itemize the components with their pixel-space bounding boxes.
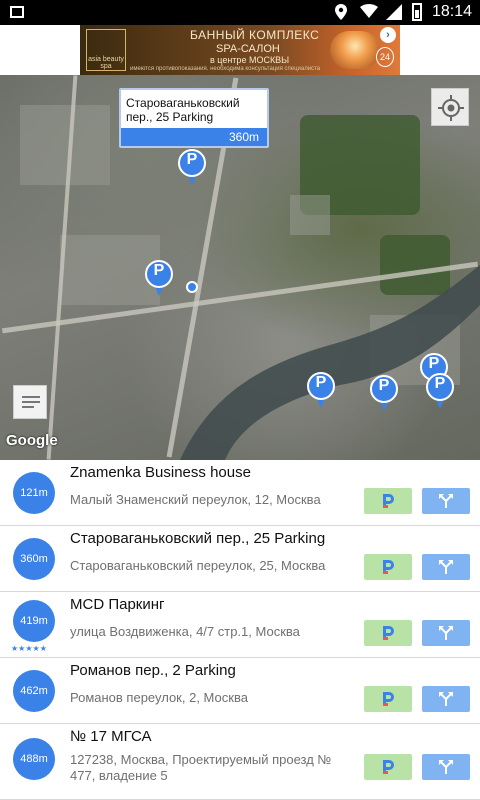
distance-badge: 488m (13, 738, 55, 780)
menu-line (22, 396, 40, 398)
signal-icon (385, 4, 402, 20)
route-button[interactable] (422, 686, 470, 712)
parking-address: 127238, Москва, Проектируемый проезд № 4… (70, 752, 332, 783)
route-button[interactable] (422, 620, 470, 646)
route-button[interactable] (422, 754, 470, 780)
google-attribution: Google (6, 432, 58, 449)
parking-logo-icon (383, 560, 394, 574)
wifi-icon (359, 4, 378, 20)
parking-pin[interactable]: P (370, 375, 398, 415)
route-icon (439, 760, 453, 774)
my-location-button[interactable] (431, 88, 469, 126)
reserve-button[interactable] (364, 686, 412, 712)
gallery-notification-icon (10, 6, 24, 18)
menu-line (22, 406, 34, 408)
distance-badge: 121m (13, 472, 55, 514)
parking-address: улица Воздвиженка, 4/7 стр.1, Москва (70, 624, 300, 639)
list-item[interactable]: 121m Znamenka Business house Малый Знаме… (0, 460, 480, 526)
parking-pin[interactable]: P (426, 373, 454, 413)
map-menu-button[interactable] (13, 385, 47, 419)
route-icon (439, 692, 453, 706)
parking-logo-icon (383, 494, 394, 508)
ad-hours-badge: 24 (376, 47, 394, 67)
reserve-button[interactable] (364, 620, 412, 646)
parking-address: Романов переулок, 2, Москва (70, 690, 248, 705)
pin-label: P (186, 151, 198, 168)
parking-list[interactable]: 121m Znamenka Business house Малый Знаме… (0, 460, 480, 800)
parking-pin[interactable]: P (307, 372, 335, 412)
rating-stars: ★★★★★ (11, 644, 47, 653)
parking-title: Староваганьковский пер., 25 Parking (70, 530, 326, 547)
parking-logo-icon (383, 760, 394, 774)
reserve-button[interactable] (364, 554, 412, 580)
parking-title: № 17 МГСА (70, 728, 152, 745)
parking-logo-icon (383, 692, 394, 706)
route-button[interactable] (422, 554, 470, 580)
pin-label: P (153, 262, 165, 279)
pin-label: P (315, 374, 327, 391)
location-icon (334, 4, 350, 20)
battery-icon (411, 3, 422, 21)
ad-line-1: БАННЫЙ КОМПЛЕКС (190, 28, 320, 42)
status-bar: 18:14 (0, 0, 480, 25)
route-icon (439, 626, 453, 640)
parking-pin[interactable]: P (145, 260, 173, 300)
parking-title: Znamenka Business house (70, 464, 251, 481)
route-button[interactable] (422, 488, 470, 514)
pin-label: P (428, 355, 440, 372)
distance-badge: 462m (13, 670, 55, 712)
ad-info-icon[interactable]: › (380, 27, 396, 43)
route-icon (439, 494, 453, 508)
parking-logo-icon (383, 626, 394, 640)
parking-pin[interactable]: P (178, 149, 206, 189)
pin-label: P (378, 377, 390, 394)
ad-disclaimer: имеются противопоказания. необходима кон… (130, 66, 321, 72)
parking-address: Староваганьковский переулок, 25, Москва (70, 558, 326, 573)
ad-line-2: SPA-САЛОН (216, 43, 280, 55)
parking-address: Малый Знаменский переулок, 12, Москва (70, 492, 321, 507)
crosshair-icon (438, 95, 464, 121)
route-icon (439, 560, 453, 574)
list-item[interactable]: 488m № 17 МГСА 127238, Москва, Проектиру… (0, 724, 480, 800)
list-item[interactable]: 419m ★★★★★ MCD Паркинг улица Воздвиженка… (0, 592, 480, 658)
reserve-button[interactable] (364, 488, 412, 514)
ad-brand-logo: asia beauty spa (86, 29, 126, 71)
distance-badge: 360m (13, 538, 55, 580)
parking-title: Романов пер., 2 Parking (70, 662, 236, 679)
reserve-button[interactable] (364, 754, 412, 780)
my-location-dot (186, 281, 198, 293)
ad-line-3: в центре МОСКВЫ (210, 55, 290, 65)
status-bar-right: 18:14 (334, 3, 472, 21)
parking-title: MCD Паркинг (70, 596, 165, 613)
menu-line (22, 401, 40, 403)
map-info-popup[interactable]: Староваганьковский пер., 25 Parking 360m (119, 88, 269, 148)
ad-candle-image (330, 31, 380, 69)
ad-banner[interactable]: asia beauty spa БАННЫЙ КОМПЛЕКС SPA-САЛО… (80, 25, 400, 75)
status-time: 18:14 (431, 3, 472, 20)
list-item[interactable]: 462m Романов пер., 2 Parking Романов пер… (0, 658, 480, 724)
popup-title: Староваганьковский пер., 25 Parking (126, 96, 240, 124)
popup-distance: 360m (121, 128, 267, 146)
distance-badge: 419m (13, 600, 55, 642)
list-item[interactable]: 360m Староваганьковский пер., 25 Parking… (0, 526, 480, 592)
pin-label: P (434, 375, 446, 392)
ad-brand-text: asia beauty spa (88, 56, 124, 70)
